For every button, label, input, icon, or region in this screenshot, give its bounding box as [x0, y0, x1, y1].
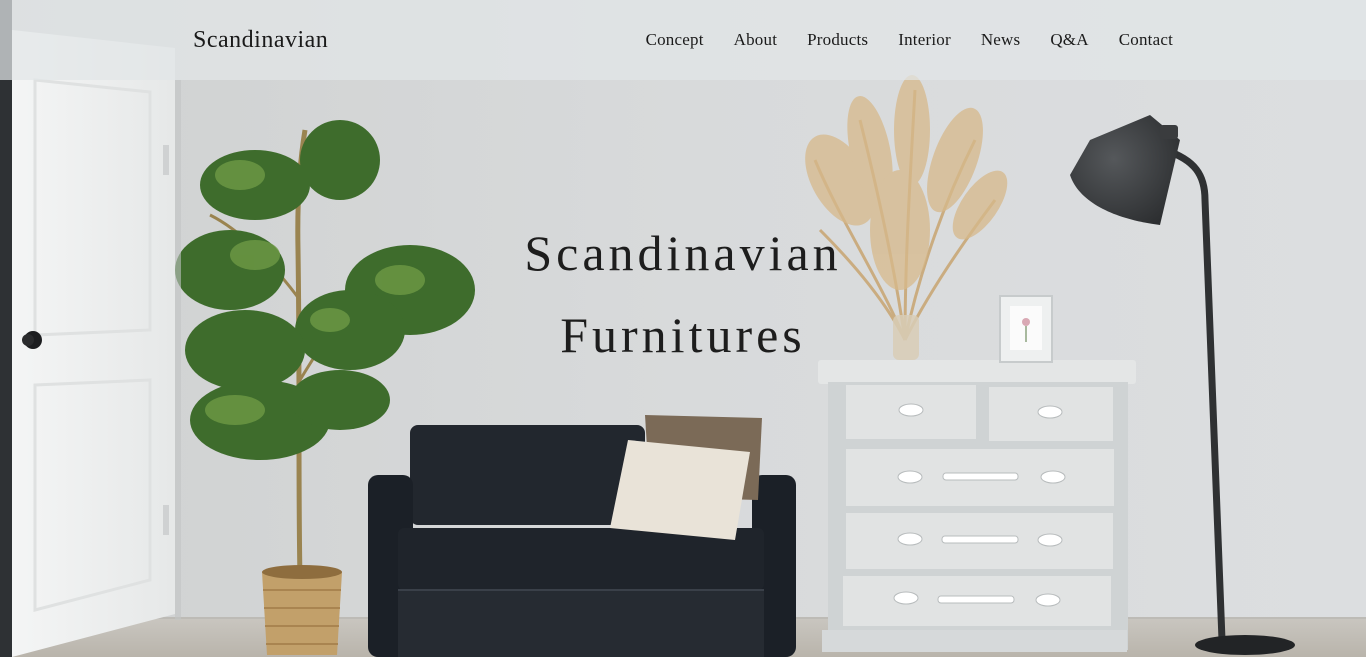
sofa: [368, 415, 796, 657]
nav-about[interactable]: About: [734, 30, 778, 50]
dresser: [818, 360, 1136, 652]
nav-qa[interactable]: Q&A: [1050, 30, 1088, 50]
nav-interior[interactable]: Interior: [898, 30, 951, 50]
nav-products[interactable]: Products: [807, 30, 868, 50]
hero-title-line-2: Furnitures: [560, 307, 806, 363]
hero-title: Scandinavian Furnitures: [0, 212, 1366, 376]
nav-concept[interactable]: Concept: [646, 30, 704, 50]
nav-news[interactable]: News: [981, 30, 1021, 50]
nav-contact[interactable]: Contact: [1119, 30, 1173, 50]
site-logo[interactable]: Scandinavian: [193, 27, 328, 54]
hero-title-line-1: Scandinavian: [524, 225, 842, 281]
site-header: Scandinavian Concept About Products Inte…: [0, 0, 1366, 80]
main-nav: Concept About Products Interior News Q&A…: [616, 30, 1173, 50]
